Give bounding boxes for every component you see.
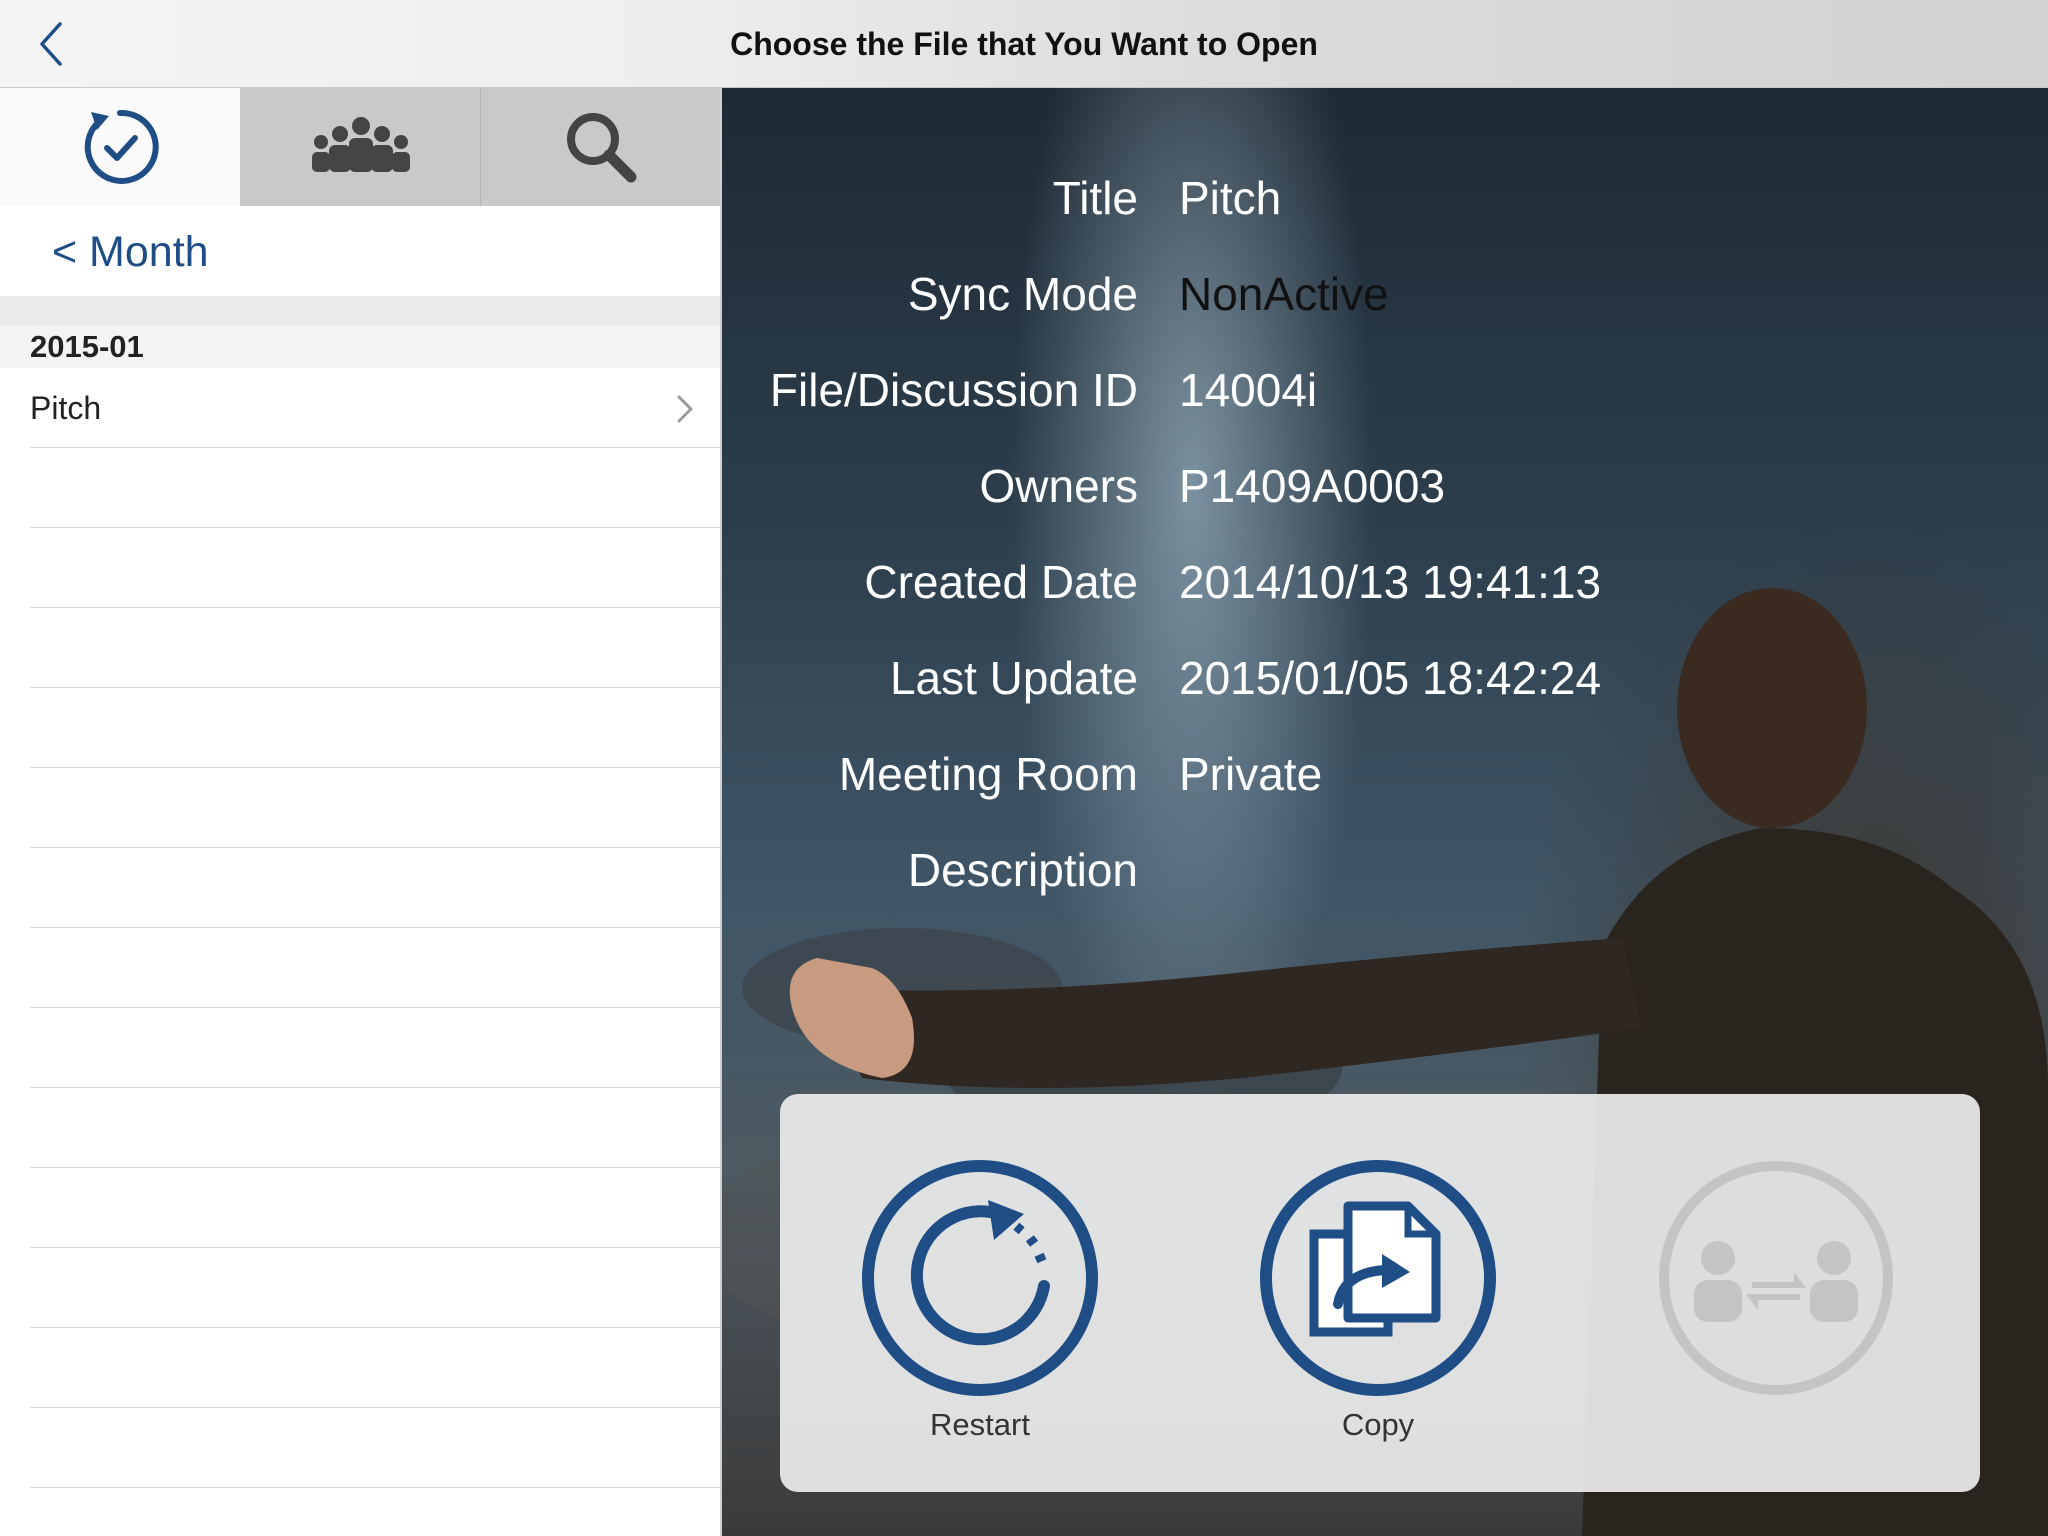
restart-icon (862, 1160, 1098, 1396)
detail-label: File/Discussion ID (769, 364, 1138, 416)
navigation-bar: Choose the File that You Want to Open (0, 0, 2048, 88)
detail-value: 14004i (1179, 364, 1318, 416)
file-list: Pitch (30, 368, 720, 1536)
list-item (30, 848, 720, 928)
section-header-month: 2015-01 (0, 326, 720, 368)
list-item (30, 1088, 720, 1168)
list-item[interactable]: Pitch (30, 368, 720, 448)
detail-value: NonActive (1179, 268, 1389, 320)
section-spacer (0, 296, 720, 326)
tab-search[interactable] (481, 88, 720, 206)
action-card: Restart Copy (780, 1094, 1980, 1492)
list-item (30, 1408, 720, 1488)
detail-row-owners: Owners P1409A0003 (722, 456, 2048, 516)
restart-button[interactable]: Restart (860, 1158, 1100, 1458)
tab-recent[interactable] (0, 88, 241, 206)
detail-label: Owners (979, 460, 1138, 512)
list-item (30, 1328, 720, 1408)
detail-row-created-date: Created Date 2014/10/13 19:41:13 (722, 552, 2048, 612)
detail-row-title: Title Pitch (722, 168, 2048, 228)
list-item (30, 528, 720, 608)
list-item-label: Pitch (30, 390, 102, 426)
tab-groups[interactable] (241, 88, 481, 206)
copy-label: Copy (1341, 1407, 1415, 1442)
detail-value: Pitch (1179, 172, 1282, 224)
sidebar-tab-bar (0, 88, 720, 206)
detail-row-last-update: Last Update 2015/01/05 18:42:24 (722, 648, 2048, 708)
transfer-users-icon (1659, 1161, 1893, 1395)
list-item (30, 1488, 720, 1536)
list-item (30, 448, 720, 528)
detail-value: Private (1179, 748, 1323, 800)
list-item (30, 1248, 720, 1328)
page-title: Choose the File that You Want to Open (730, 26, 1318, 62)
search-icon (566, 113, 636, 183)
group-people-icon (311, 117, 410, 172)
restart-label: Restart (930, 1407, 1030, 1442)
detail-label: Sync Mode (907, 268, 1138, 320)
list-item (30, 688, 720, 768)
detail-row-description: Description (722, 840, 2048, 900)
detail-label: Last Update (889, 652, 1138, 704)
chevron-right-icon (677, 395, 693, 423)
back-to-month-link[interactable]: < Month (52, 228, 209, 277)
detail-value: 2015/01/05 18:42:24 (1179, 652, 1602, 704)
detail-label: Meeting Room (838, 748, 1138, 800)
list-item (30, 928, 720, 1008)
copy-button[interactable]: Copy (1258, 1158, 1498, 1458)
list-item (30, 768, 720, 848)
detail-label: Created Date (864, 556, 1138, 608)
detail-value: 2014/10/13 19:41:13 (1179, 556, 1602, 608)
detail-row-file-id: File/Discussion ID 14004i (722, 360, 2048, 420)
sidebar: < Month 2015-01 Pitch (0, 88, 722, 1536)
copy-icon (1260, 1160, 1496, 1396)
list-item (30, 1008, 720, 1088)
list-item (30, 1168, 720, 1248)
list-item (30, 608, 720, 688)
detail-label: Description (907, 844, 1138, 896)
file-detail-panel: Title Pitch Sync Mode NonActive File/Dis… (722, 88, 2048, 1536)
transfer-owner-button (1656, 1158, 1896, 1458)
recent-clock-icon (84, 109, 159, 184)
detail-value: P1409A0003 (1179, 460, 1446, 512)
detail-row-meeting-room: Meeting Room Private (722, 744, 2048, 804)
detail-row-sync-mode: Sync Mode NonActive (722, 264, 2048, 324)
detail-label: Title (1052, 172, 1138, 224)
